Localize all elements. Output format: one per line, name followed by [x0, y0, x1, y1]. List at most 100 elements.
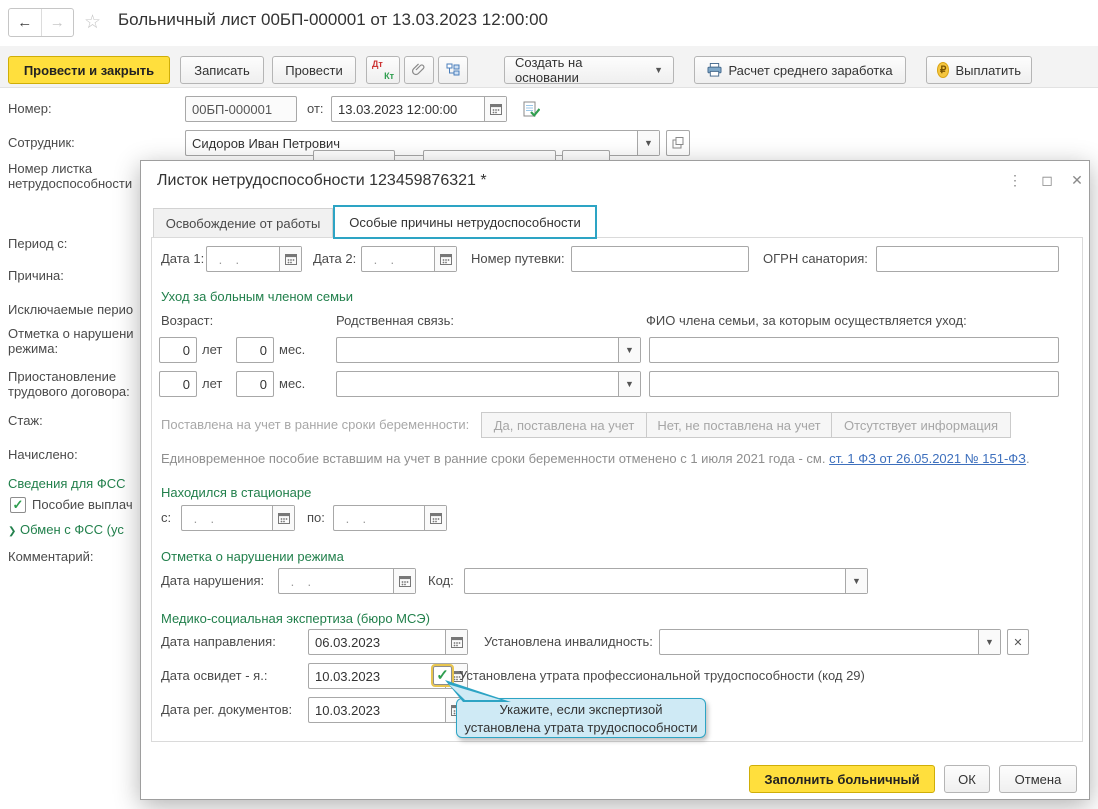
disability-label: Установлена инвалидность: — [484, 634, 653, 649]
chevron-down-icon[interactable]: ▼ — [845, 569, 867, 593]
calendar-icon[interactable] — [424, 506, 446, 530]
relation-select[interactable]: ▼ — [336, 337, 641, 363]
hospital-from-field[interactable] — [181, 505, 295, 531]
post-and-close-button[interactable]: Провести и закрыть — [8, 56, 170, 84]
dt-kt-button[interactable]: Дт Кт — [366, 56, 400, 84]
chevron-down-icon[interactable]: ▼ — [618, 372, 640, 396]
ogrn-field[interactable] — [876, 246, 1059, 272]
page-title: Больничный лист 00БП-000001 от 13.03.202… — [118, 10, 548, 29]
calendar-icon[interactable] — [484, 97, 506, 121]
relation-input[interactable] — [337, 372, 618, 396]
date1-input[interactable] — [207, 247, 279, 271]
years-input[interactable] — [160, 372, 196, 396]
code-input[interactable] — [465, 569, 845, 593]
violation-date-field[interactable] — [278, 568, 416, 594]
exam-date-label: Дата освидет - я.: — [161, 668, 268, 683]
voucher-input[interactable] — [572, 247, 748, 271]
relation-select[interactable]: ▼ — [336, 371, 641, 397]
benefit-paid-checkbox[interactable]: ✓ — [10, 497, 26, 513]
pay-button[interactable]: ₽ Выплатить — [926, 56, 1032, 84]
law-link[interactable]: ст. 1 ФЗ от 26.05.2021 № 151-ФЗ — [829, 451, 1026, 466]
tab-special-reasons[interactable]: Особые причины нетрудоспособности — [333, 205, 597, 239]
dialog-menu-button[interactable]: ⋮ — [1003, 169, 1027, 191]
months-field[interactable] — [236, 371, 274, 397]
avg-earnings-button[interactable]: Расчет среднего заработка — [694, 56, 906, 84]
pregnancy-unknown-button[interactable]: Отсутствует информация — [831, 412, 1011, 438]
calendar-icon[interactable] — [393, 569, 415, 593]
comment-label: Комментарий: — [8, 549, 94, 564]
months-field[interactable] — [236, 337, 274, 363]
create-based-on-button[interactable]: Создать на основании ▼ — [504, 55, 674, 85]
doc-number-input[interactable] — [186, 97, 296, 121]
voucher-field[interactable] — [571, 246, 749, 272]
years-field[interactable] — [159, 337, 197, 363]
employee-label: Сотрудник: — [8, 135, 75, 150]
fio-field[interactable] — [649, 371, 1059, 397]
fio-input[interactable] — [650, 372, 1058, 396]
favorite-star-icon[interactable]: ☆ — [84, 11, 101, 34]
direction-date-field[interactable] — [308, 629, 468, 655]
age-label: Возраст: — [161, 313, 214, 328]
cancel-button[interactable]: Отмена — [999, 765, 1077, 793]
toolbar: Провести и закрыть Записать Провести Дт К… — [0, 46, 1098, 88]
reason-label: Причина: — [8, 268, 64, 283]
fill-sick-leave-button[interactable]: Заполнить больничный — [749, 765, 935, 793]
direction-date-input[interactable] — [309, 630, 445, 654]
calendar-icon[interactable] — [445, 630, 467, 654]
ogrn-input[interactable] — [877, 247, 1058, 271]
hospital-from-input[interactable] — [182, 506, 272, 530]
exam-date-input[interactable] — [309, 664, 445, 688]
fio-field[interactable] — [649, 337, 1059, 363]
employee-open-button[interactable] — [666, 130, 690, 156]
loss-of-capacity-label: Установлена утрата профессиональной труд… — [459, 668, 865, 683]
back-button[interactable]: ← — [9, 9, 41, 36]
post-button[interactable]: Провести — [272, 56, 356, 84]
date2-input[interactable] — [362, 247, 434, 271]
fio-input[interactable] — [650, 338, 1058, 362]
calendar-icon[interactable] — [434, 247, 456, 271]
period-label: Период с: — [8, 236, 68, 251]
hospital-from-label: с: — [161, 510, 172, 525]
relation-input[interactable] — [337, 338, 618, 362]
violation-date-label: Дата нарушения: — [161, 573, 265, 588]
months-input[interactable] — [237, 338, 273, 362]
disability-select[interactable]: ▼ — [659, 629, 1001, 655]
forward-button[interactable]: → — [40, 9, 74, 36]
years-field[interactable] — [159, 371, 197, 397]
years-input[interactable] — [160, 338, 196, 362]
dialog-maximize-button[interactable]: ◻ — [1035, 169, 1059, 191]
hospital-to-input[interactable] — [334, 506, 424, 530]
pregnancy-yes-button[interactable]: Да, поставлена на учет — [481, 412, 647, 438]
accrued-label: Начислено: — [8, 447, 78, 462]
code-select[interactable]: ▼ — [464, 568, 868, 594]
pregnancy-note: Единовременное пособие вставшим на учет … — [161, 451, 1030, 466]
avg-earnings-label: Расчет среднего заработка — [728, 62, 893, 78]
calendar-icon[interactable] — [279, 247, 301, 271]
chevron-down-icon[interactable]: ▼ — [978, 630, 1000, 654]
doc-number-field[interactable] — [185, 96, 297, 122]
date1-field[interactable] — [206, 246, 302, 272]
doc-date-input[interactable] — [332, 97, 484, 121]
date2-field[interactable] — [361, 246, 457, 272]
ok-button[interactable]: ОК — [944, 765, 990, 793]
employee-dropdown-icon[interactable]: ▼ — [637, 131, 659, 155]
doc-check-icon[interactable] — [523, 101, 540, 118]
related-documents-button[interactable] — [438, 56, 468, 84]
hospital-to-field[interactable] — [333, 505, 447, 531]
chevron-down-icon[interactable]: ▼ — [618, 338, 640, 362]
create-based-on-label: Создать на основании — [515, 55, 583, 85]
violation-date-input[interactable] — [279, 569, 393, 593]
tab-release-from-work[interactable]: Освобождение от работы — [153, 208, 333, 238]
calendar-icon[interactable] — [272, 506, 294, 530]
reg-date-input[interactable] — [309, 698, 445, 722]
pregnancy-no-button[interactable]: Нет, не поставлена на учет — [646, 412, 832, 438]
disability-input[interactable] — [660, 630, 978, 654]
months-input[interactable] — [237, 372, 273, 396]
from-label: от: — [307, 101, 324, 116]
dialog-close-button[interactable]: ✕ — [1065, 169, 1089, 191]
save-button[interactable]: Записать — [180, 56, 264, 84]
fss-exchange-toggle[interactable]: ❯ Обмен с ФСС (ус — [8, 522, 141, 537]
doc-date-field[interactable] — [331, 96, 507, 122]
attachments-button[interactable] — [404, 56, 434, 84]
disability-clear-button[interactable]: ✕ — [1007, 629, 1029, 655]
